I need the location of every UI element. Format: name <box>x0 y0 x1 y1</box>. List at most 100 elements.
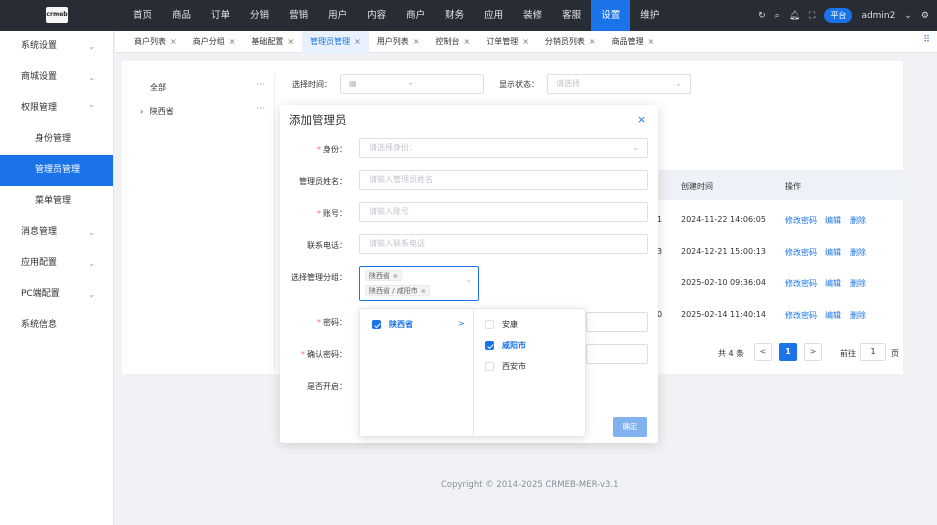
top-menu-item[interactable]: 商户 <box>396 0 435 31</box>
change-password-link[interactable]: 修改密码 <box>785 310 817 321</box>
username[interactable]: admin2 <box>861 11 895 21</box>
tab[interactable]: 分销员列表 × <box>537 31 604 53</box>
tab[interactable]: 商品管理 × <box>604 31 663 53</box>
page-unit-label: 页 <box>891 349 899 358</box>
sidebar-item[interactable]: 菜单管理 <box>0 186 113 217</box>
top-menu-item[interactable]: 分销 <box>240 0 279 31</box>
password-label: * 密码： <box>317 318 347 327</box>
identity-select[interactable]: 请选择身份： ⌄ <box>359 138 648 158</box>
phone-input[interactable]: 请输入联系电话 <box>359 234 648 254</box>
close-icon[interactable]: × <box>170 37 177 46</box>
delete-link[interactable]: 删除 <box>850 215 866 226</box>
password-input[interactable] <box>586 312 648 332</box>
cascader-option-city[interactable]: 西安市 <box>485 361 526 372</box>
tab[interactable]: 管理员管理 × <box>302 31 369 53</box>
more-icon[interactable]: ··· <box>256 104 265 114</box>
close-icon[interactable]: × <box>648 37 655 46</box>
time-label: 选择时间： <box>292 80 332 89</box>
close-icon[interactable]: × <box>522 37 529 46</box>
date-range-input[interactable]: ▦ - <box>340 74 484 94</box>
close-icon[interactable]: × <box>464 37 471 46</box>
close-icon[interactable]: ⊗ <box>421 288 426 295</box>
cascader-option-city[interactable]: 咸阳市 <box>485 340 526 351</box>
status-select[interactable]: 请选择 ⌄ <box>547 74 691 94</box>
edit-link[interactable]: 编辑 <box>825 247 841 258</box>
top-menu-item[interactable]: 维护 <box>630 0 669 31</box>
platform-badge[interactable]: 平台 <box>824 8 853 23</box>
page-number[interactable]: 1 <box>779 343 797 361</box>
goto-page-input[interactable]: 1 <box>860 343 886 361</box>
cascader-option-province[interactable]: 陕西省 <box>372 319 413 330</box>
edit-link[interactable]: 编辑 <box>825 278 841 289</box>
grid-icon[interactable]: ⠿ <box>923 35 930 45</box>
top-menu-item[interactable]: 用户 <box>318 0 357 31</box>
search-icon[interactable]: ⌕ <box>775 11 780 21</box>
sidebar-item[interactable]: PC端配置 ⌄ <box>0 279 113 310</box>
close-icon[interactable]: × <box>354 37 361 46</box>
top-menu-item[interactable]: 首页 <box>123 0 162 31</box>
cascader-option-city[interactable]: 安康 <box>485 319 518 330</box>
top-menu-item[interactable]: 装修 <box>513 0 552 31</box>
change-password-link[interactable]: 修改密码 <box>785 247 817 258</box>
refresh-icon[interactable]: ↻ <box>758 11 766 21</box>
gear-icon[interactable]: ⚙ <box>921 11 929 21</box>
close-icon[interactable]: × <box>589 37 596 46</box>
close-icon[interactable]: × <box>229 37 236 46</box>
tab[interactable]: 商户列表 × <box>126 31 185 53</box>
checkbox[interactable] <box>372 320 381 329</box>
top-menu-item[interactable]: 订单 <box>201 0 240 31</box>
logo: crmeb <box>46 7 68 23</box>
top-menu-item[interactable]: 营销 <box>279 0 318 31</box>
sidebar-item[interactable]: 消息管理 ⌄ <box>0 217 113 248</box>
bell-icon[interactable]: 🔔︎ <box>789 11 800 21</box>
edit-link[interactable]: 编辑 <box>825 310 841 321</box>
tree-item-province[interactable]: › 陕西省 <box>140 106 174 117</box>
delete-link[interactable]: 删除 <box>850 310 866 321</box>
sidebar-item[interactable]: 应用配置 ⌄ <box>0 248 113 279</box>
change-password-link[interactable]: 修改密码 <box>785 215 817 226</box>
sidebar-item[interactable]: 系统信息 <box>0 310 113 341</box>
close-icon[interactable]: ⊗ <box>393 273 398 280</box>
admin-name-input[interactable]: 请输入管理员姓名 <box>359 170 648 190</box>
fullscreen-icon[interactable]: ⛶ <box>809 11 815 21</box>
sidebar-item[interactable]: 商城设置 ⌄ <box>0 62 113 93</box>
tab-label: 管理员管理 <box>310 37 351 46</box>
edit-link[interactable]: 编辑 <box>825 215 841 226</box>
delete-link[interactable]: 删除 <box>850 278 866 289</box>
close-icon[interactable]: × <box>287 37 294 46</box>
tab[interactable]: 商户分组 × <box>185 31 244 53</box>
confirm-password-input[interactable] <box>586 344 648 364</box>
confirm-button[interactable]: 确定 <box>613 417 647 437</box>
top-menu-item[interactable]: 内容 <box>357 0 396 31</box>
account-input[interactable]: 请输入账号 <box>359 202 648 222</box>
group-tag: 陕西省 ⊗ <box>365 270 403 281</box>
tab[interactable]: 用户列表 × <box>369 31 428 53</box>
sidebar-item[interactable]: 管理员管理 <box>0 155 113 186</box>
checkbox[interactable] <box>485 320 494 329</box>
tab[interactable]: 控制台 × <box>428 31 479 53</box>
sidebar-item[interactable]: 权限管理 ⌃ <box>0 93 113 124</box>
top-menu-item[interactable]: 财务 <box>435 0 474 31</box>
delete-link[interactable]: 删除 <box>850 247 866 258</box>
more-icon[interactable]: ··· <box>256 80 265 90</box>
tab[interactable]: 订单管理 × <box>478 31 537 53</box>
prev-page-button[interactable]: < <box>754 343 772 361</box>
top-menu-item[interactable]: 设置 <box>591 0 631 31</box>
top-menu-item[interactable]: 应用 <box>474 0 513 31</box>
close-icon[interactable]: × <box>637 113 646 126</box>
top-menu-item[interactable]: 商品 <box>162 0 201 31</box>
sidebar-item-label: PC端配置 <box>21 289 60 299</box>
close-icon[interactable]: × <box>413 37 420 46</box>
group-cascader[interactable]: 陕西省 ⊗ 陕西省 / 咸阳市 ⊗ ⌃ <box>359 266 479 301</box>
next-page-button[interactable]: > <box>804 343 822 361</box>
tree-item-all[interactable]: 全部 <box>150 82 166 93</box>
sidebar-item[interactable]: 系统设置 ⌄ <box>0 31 113 62</box>
checkbox[interactable] <box>485 341 494 350</box>
chevron-down-icon[interactable]: ⌄ <box>904 11 912 21</box>
top-menu-item[interactable]: 客服 <box>552 0 591 31</box>
tab[interactable]: 基础配置 × <box>243 31 302 53</box>
change-password-link[interactable]: 修改密码 <box>785 278 817 289</box>
checkbox[interactable] <box>485 362 494 371</box>
top-bar: crmeb 首页 商品 订单 分销 营销 用户 内容 商户 财务 应用 装修 客服 设置 维护 ↻ ⌕ 🔔… <box>0 0 937 31</box>
sidebar-item[interactable]: 身份管理 <box>0 124 113 155</box>
